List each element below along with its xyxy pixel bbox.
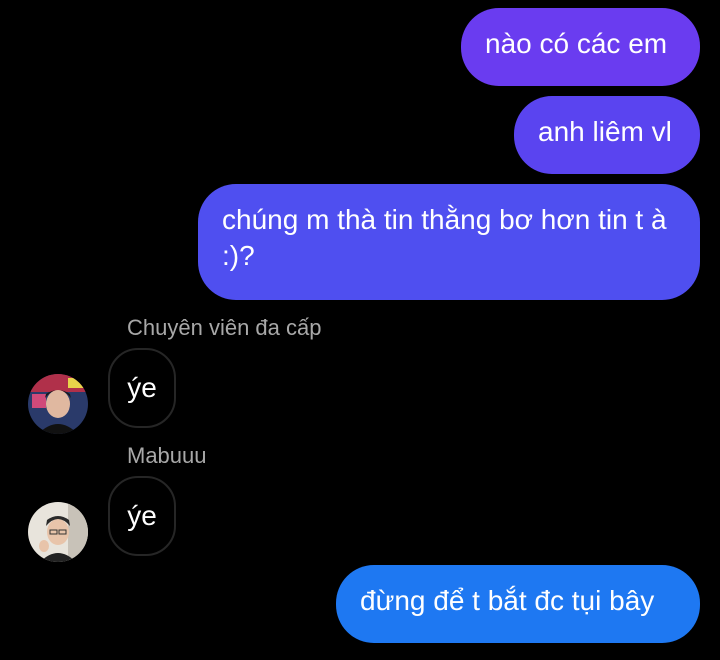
outgoing-message[interactable]: đừng để t bắt đc tụi bây [336, 565, 700, 643]
sender-name: Chuyên viên đa cấp [127, 315, 322, 340]
user-avatar[interactable] [28, 374, 88, 434]
outgoing-message[interactable]: chúng m thà tin thằng bơ hơn tin t à :)? [198, 184, 700, 300]
sender-name: Mabuuu [127, 443, 207, 468]
outgoing-message[interactable]: anh liêm vl [514, 96, 700, 174]
incoming-message[interactable]: ýe [108, 476, 176, 556]
avatar-photo-icon [28, 502, 88, 562]
outgoing-message[interactable]: nào có các em [461, 8, 700, 86]
avatar-photo-icon [28, 374, 88, 434]
incoming-message[interactable]: ýe [108, 348, 176, 428]
user-avatar[interactable] [28, 502, 88, 562]
